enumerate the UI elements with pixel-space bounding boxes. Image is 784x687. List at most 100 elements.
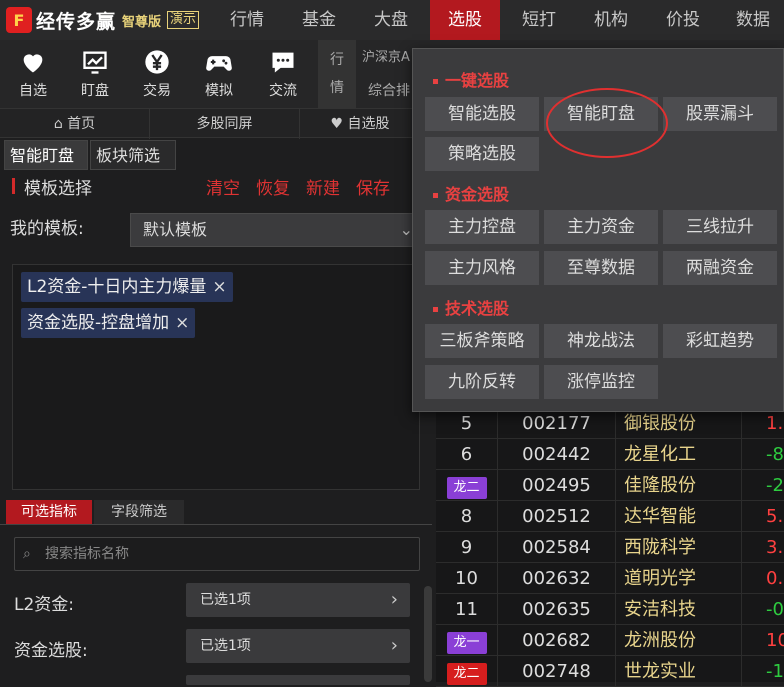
gamepad-icon xyxy=(206,56,232,71)
stock-name: 达华智能 xyxy=(616,501,742,532)
new-button[interactable]: 新建 xyxy=(306,174,340,199)
subnav-favorites[interactable]: ♥ 自选股 xyxy=(300,109,420,139)
restore-button[interactable]: 恢复 xyxy=(256,174,290,199)
menu-strategy-pick[interactable]: 策略选股 xyxy=(425,137,539,171)
filter-label-l2: L2资金: xyxy=(14,595,75,615)
tool-jiaoliu[interactable]: 交流 xyxy=(252,40,314,108)
scrollbar[interactable] xyxy=(424,586,432,682)
menu-three-line[interactable]: 三线拉升 xyxy=(663,210,777,244)
quote-ranking-label[interactable]: 综合排 xyxy=(368,80,410,100)
quote-side-tab[interactable]: 行情 xyxy=(318,40,356,108)
stock-code: 002495 xyxy=(498,470,616,501)
section-header-technical: 技术选股 xyxy=(433,295,509,319)
table-row[interactable]: 11002635安洁科技 -0. xyxy=(436,594,784,625)
table-row[interactable]: 龙二002748世龙实业 -10. xyxy=(436,656,784,687)
nav-xuangu[interactable]: 选股 xyxy=(430,0,500,40)
table-row[interactable]: 5 002177 御银股份 1. xyxy=(436,408,784,439)
tab-sector-filter[interactable]: 板块筛选 xyxy=(90,140,176,170)
menu-rainbow-trend[interactable]: 彩虹趋势 xyxy=(663,324,777,358)
chevron-down-icon: ⌄ xyxy=(399,220,413,239)
table-row[interactable]: 龙二 002495佳隆股份 -2. xyxy=(436,470,784,501)
stock-change: 10. xyxy=(766,630,784,651)
edition-label: 智尊版 xyxy=(122,14,162,30)
chart-monitor-icon xyxy=(83,51,107,74)
filter-partial-button[interactable] xyxy=(186,675,410,685)
stock-code: 002512 xyxy=(498,501,616,532)
tool-dingpan[interactable]: 盯盘 xyxy=(64,40,126,108)
subnav-multi[interactable]: 多股同屏 xyxy=(150,109,300,139)
menu-smart-pick[interactable]: 智能选股 xyxy=(425,97,539,131)
tab-available-indicators[interactable]: 可选指标 xyxy=(6,500,92,524)
chevron-right-icon: › xyxy=(390,589,398,610)
table-row[interactable]: 10 002632 道明光学 0. xyxy=(436,563,784,594)
filter-l2-button[interactable]: 已选1项 › xyxy=(186,583,410,617)
nav-dapan[interactable]: 大盘 xyxy=(358,0,424,40)
indicator-search-input[interactable]: ⌕ 搜索指标名称 xyxy=(14,537,420,571)
menu-nine-reversal[interactable]: 九阶反转 xyxy=(425,365,539,399)
top-nav-bar: F 经传多赢 智尊版 演示 行情 基金 大盘 选股 短打 机构 价投 数据 xyxy=(0,0,784,40)
stock-change: 1. xyxy=(766,413,784,434)
row-rank: 11 xyxy=(436,594,498,625)
demo-badge[interactable]: 演示 xyxy=(167,11,200,29)
clear-button[interactable]: 清空 xyxy=(206,174,240,199)
menu-stock-funnel[interactable]: 股票漏斗 xyxy=(663,97,777,131)
heart-small-icon: ♥ xyxy=(330,116,344,132)
tool-jiaoyi[interactable]: 交易 xyxy=(126,40,188,108)
filter-fund-button[interactable]: 已选1项 › xyxy=(186,629,410,663)
app-logo: F 经传多赢 智尊版 演示 xyxy=(6,6,200,34)
my-template-label: 我的模板: xyxy=(10,219,84,239)
stock-code: 002748 xyxy=(498,656,616,687)
row-rank: 5 xyxy=(436,408,498,439)
selected-indicators-box: L2资金-十日内主力爆量 × 资金选股-控盘增加 × xyxy=(12,264,420,490)
tab-smart-monitor[interactable]: 智能盯盘 xyxy=(4,140,88,170)
row-rank: 龙一 xyxy=(436,625,498,656)
subnav-home[interactable]: ⌂ 首页 xyxy=(0,109,150,139)
app-name: 经传多赢 xyxy=(36,10,117,33)
remove-chip-icon[interactable]: × xyxy=(212,277,226,297)
menu-limit-up-monitor[interactable]: 涨停监控 xyxy=(544,365,658,399)
remove-chip-icon[interactable]: × xyxy=(175,313,189,333)
heart-icon xyxy=(23,54,43,73)
nav-jijin[interactable]: 基金 xyxy=(286,0,352,40)
dragon-badge: 龙二 xyxy=(446,477,487,499)
stock-change: 5. xyxy=(766,506,784,527)
nav-duanda[interactable]: 短打 xyxy=(506,0,572,40)
nav-hangqing[interactable]: 行情 xyxy=(214,0,280,40)
tab-field-filter[interactable]: 字段筛选 xyxy=(94,500,184,524)
table-row[interactable]: 6002442龙星化工 -8. xyxy=(436,439,784,470)
save-button[interactable]: 保存 xyxy=(356,174,390,199)
nav-shuju[interactable]: 数据 xyxy=(722,0,784,40)
search-icon: ⌕ xyxy=(23,546,31,562)
stock-name: 西陇科学 xyxy=(616,532,742,563)
menu-main-capital[interactable]: 主力资金 xyxy=(544,210,658,244)
chat-bubble-icon xyxy=(272,52,294,73)
quote-market-label[interactable]: 沪深京A xyxy=(362,46,410,65)
nav-jigou[interactable]: 机构 xyxy=(578,0,644,40)
section-marker xyxy=(12,178,15,194)
stock-code: 002177 xyxy=(498,408,616,439)
tool-moni[interactable]: 模拟 xyxy=(188,40,250,108)
divider xyxy=(0,524,432,525)
section-header-oneclick: 一键选股 xyxy=(433,67,509,91)
menu-main-control[interactable]: 主力控盘 xyxy=(425,210,539,244)
stock-code: 002632 xyxy=(498,563,616,594)
indicator-chip: L2资金-十日内主力爆量 × xyxy=(21,272,233,302)
chevron-right-icon: › xyxy=(390,635,398,656)
menu-three-axe[interactable]: 三板斧策略 xyxy=(425,324,539,358)
row-rank: 6 xyxy=(436,439,498,470)
table-row[interactable]: 8 002512 达华智能 5. xyxy=(436,501,784,532)
stock-name: 道明光学 xyxy=(616,563,742,594)
stock-change: -10. xyxy=(766,661,784,682)
nav-jiatou[interactable]: 价投 xyxy=(650,0,716,40)
table-row[interactable]: 9 002584 西陇科学 3. xyxy=(436,532,784,563)
menu-supreme-data[interactable]: 至尊数据 xyxy=(544,251,658,285)
menu-margin-capital[interactable]: 两融资金 xyxy=(663,251,777,285)
menu-dragon-tactic[interactable]: 神龙战法 xyxy=(544,324,658,358)
menu-main-style[interactable]: 主力风格 xyxy=(425,251,539,285)
table-row[interactable]: 龙一 002682龙洲股份 10. xyxy=(436,625,784,656)
tool-zixuan[interactable]: 自选 xyxy=(2,40,64,108)
sub-nav: ⌂ 首页 多股同屏 ♥ 自选股 xyxy=(0,108,420,139)
yen-coin-icon xyxy=(145,50,169,74)
stock-name: 世龙实业 xyxy=(616,656,742,687)
template-select[interactable]: 默认模板 ⌄ xyxy=(130,213,420,247)
